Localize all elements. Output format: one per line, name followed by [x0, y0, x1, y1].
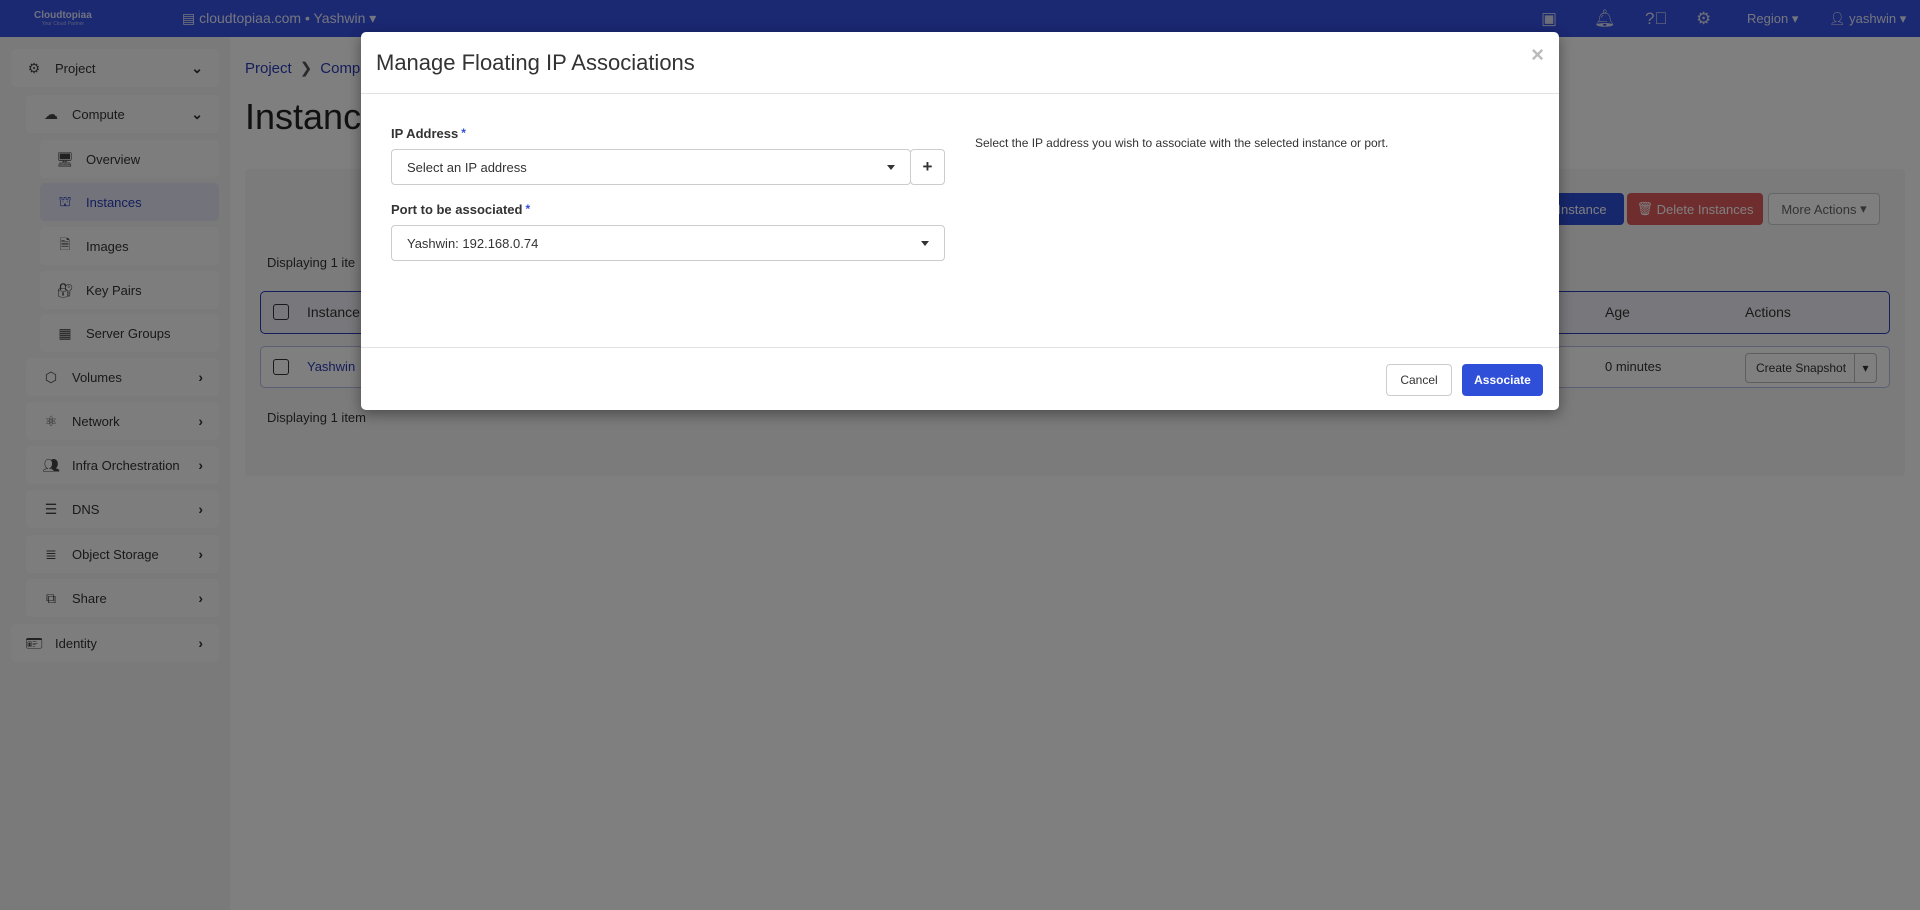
allocate-ip-plus-button[interactable]: + — [910, 149, 945, 185]
ip-address-select[interactable]: Select an IP address — [391, 149, 911, 185]
help-text: Select the IP address you wish to associ… — [975, 136, 1389, 150]
modal-title: Manage Floating IP Associations — [376, 50, 695, 75]
port-label: Port to be associated * — [391, 202, 531, 217]
associate-button[interactable]: Associate — [1462, 364, 1543, 396]
cancel-button[interactable]: Cancel — [1386, 364, 1452, 396]
caret-down-icon — [921, 241, 929, 246]
floating-ip-modal: Manage Floating IP Associations × IP Add… — [361, 32, 1559, 410]
close-icon[interactable]: × — [1531, 42, 1544, 68]
modal-footer — [361, 347, 1559, 348]
ip-address-label: IP Address * — [391, 126, 466, 141]
port-select[interactable]: Yashwin: 192.168.0.74 — [391, 225, 945, 261]
caret-down-icon — [887, 165, 895, 170]
